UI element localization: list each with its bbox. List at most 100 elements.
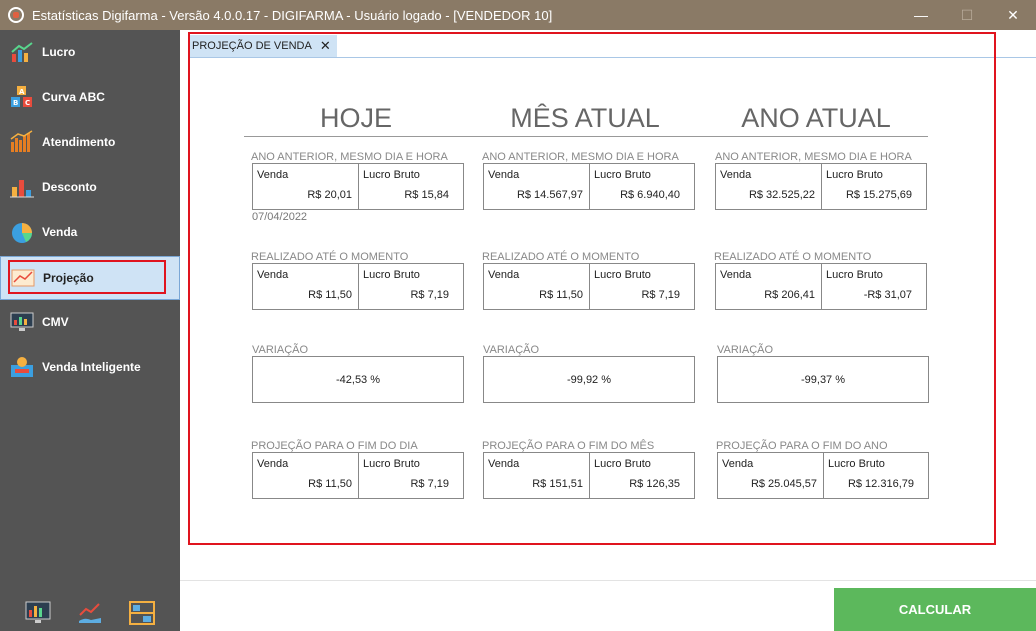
pie-chart-icon: [10, 220, 34, 244]
realized-box: Venda R$ 11,50 Lucro Bruto R$ 7,19: [252, 263, 464, 310]
lucro-value: R$ 7,19: [410, 478, 449, 490]
svg-text:B: B: [13, 99, 18, 107]
sidebar: Lucro ABC Curva ABC Atendimento Desconto…: [0, 30, 180, 631]
lucro-value: R$ 12.316,79: [847, 478, 914, 490]
close-icon[interactable]: ✕: [320, 38, 331, 54]
venda-value: R$ 32.525,22: [748, 189, 815, 201]
prev-year-box: Venda R$ 20,01 Lucro Bruto R$ 15,84: [252, 163, 464, 210]
tab-projecao-venda[interactable]: PROJEÇÃO DE VENDA ✕: [188, 35, 337, 57]
sidebar-item-label: Curva ABC: [42, 90, 105, 104]
column-title-mes-atual: MÊS ATUAL: [510, 103, 660, 133]
projection-label: PROJEÇÃO PARA O FIM DO MÊS: [482, 440, 655, 452]
minimize-button[interactable]: —: [898, 0, 944, 30]
venda-value: R$ 11,50: [539, 289, 583, 301]
abc-blocks-icon: ABC: [10, 85, 34, 109]
sidebar-item-lucro[interactable]: Lucro: [0, 30, 180, 74]
prev-year-label: ANO ANTERIOR, MESMO DIA E HORA: [715, 151, 912, 163]
realized-box: Venda R$ 11,50 Lucro Bruto R$ 7,19: [483, 263, 695, 310]
smart-sale-icon: [10, 355, 34, 379]
sidebar-item-label: Atendimento: [42, 135, 116, 149]
lucro-label: Lucro Bruto: [594, 269, 651, 281]
svg-text:A: A: [19, 88, 25, 96]
sidebar-item-venda-inteligente[interactable]: Venda Inteligente: [0, 345, 180, 389]
projection-box: Venda R$ 151,51 Lucro Bruto R$ 126,35: [483, 452, 695, 499]
prev-year-box: Venda R$ 14.567,97 Lucro Bruto R$ 6.940,40: [483, 163, 695, 210]
sidebar-item-desconto[interactable]: Desconto: [0, 165, 180, 209]
prev-year-box: Venda R$ 32.525,22 Lucro Bruto R$ 15.275,6…: [715, 163, 927, 210]
realized-box: Venda R$ 206,41 Lucro Bruto -R$ 31,07: [715, 263, 927, 310]
window-title: Estatísticas Digifarma - Versão 4.0.0.17…: [32, 7, 553, 23]
prev-year-label: ANO ANTERIOR, MESMO DIA E HORA: [251, 151, 448, 163]
venda-value: R$ 11,50: [308, 289, 352, 301]
lucro-label: Lucro Bruto: [826, 269, 883, 281]
realized-label: REALIZADO ATÉ O MOMENTO: [714, 251, 872, 263]
lucro-value: R$ 15.275,69: [845, 189, 912, 201]
variation-value: -99,92 %: [566, 374, 612, 386]
venda-value: R$ 25.045,57: [750, 478, 817, 490]
projection-label: PROJEÇÃO PARA O FIM DO DIA: [251, 440, 418, 452]
dashboard-monitor-icon[interactable]: [25, 601, 51, 625]
venda-value: R$ 14.567,97: [516, 189, 583, 201]
sidebar-item-cmv[interactable]: CMV: [0, 300, 180, 344]
lucro-label: Lucro Bruto: [594, 169, 651, 181]
title-bar: Estatísticas Digifarma - Versão 4.0.0.17…: [0, 0, 1036, 30]
realized-label: REALIZADO ATÉ O MOMENTO: [251, 251, 409, 263]
lucro-label: Lucro Bruto: [828, 458, 885, 470]
variation-label: VARIAÇÃO: [717, 344, 774, 356]
venda-label: Venda: [720, 169, 752, 181]
profit-chart-icon: [10, 40, 34, 64]
footer-divider: [180, 580, 1036, 581]
app-logo-icon: [8, 7, 24, 23]
venda-value: R$ 151,51: [532, 478, 583, 490]
title-divider: [244, 136, 928, 137]
lucro-label: Lucro Bruto: [363, 169, 420, 181]
lucro-value: R$ 15,84: [404, 189, 449, 201]
sidebar-item-atendimento[interactable]: Atendimento: [0, 120, 180, 164]
venda-label: Venda: [488, 169, 520, 181]
sidebar-item-venda[interactable]: Venda: [0, 210, 180, 254]
venda-label: Venda: [257, 169, 289, 181]
prev-year-label: ANO ANTERIOR, MESMO DIA E HORA: [482, 151, 679, 163]
variation-box: -42,53 %: [252, 356, 464, 403]
tab-label: PROJEÇÃO DE VENDA: [192, 40, 312, 52]
sidebar-bottom-toolbar: [0, 595, 180, 631]
variation-box: -99,92 %: [483, 356, 695, 403]
lucro-value: R$ 7,19: [410, 289, 449, 301]
venda-label: Venda: [257, 458, 289, 470]
tab-underline: [188, 57, 1036, 58]
venda-value: R$ 11,50: [308, 478, 352, 490]
lucro-label: Lucro Bruto: [363, 458, 420, 470]
variation-value: -99,37 %: [800, 374, 846, 386]
venda-label: Venda: [720, 269, 752, 281]
sidebar-item-curva-abc[interactable]: ABC Curva ABC: [0, 75, 180, 119]
sidebar-item-label: CMV: [42, 315, 69, 329]
lucro-value: R$ 126,35: [629, 478, 680, 490]
calcular-button[interactable]: CALCULAR: [834, 588, 1036, 631]
venda-label: Venda: [257, 269, 289, 281]
variation-value: -42,53 %: [335, 374, 381, 386]
variation-box: -99,37 %: [717, 356, 929, 403]
sidebar-item-label: Venda Inteligente: [42, 360, 141, 374]
maximize-button[interactable]: ☐: [944, 0, 990, 30]
bar-chart-icon: [10, 130, 34, 154]
variation-label: VARIAÇÃO: [483, 344, 540, 356]
venda-label: Venda: [722, 458, 754, 470]
active-item-highlight: [8, 260, 166, 294]
sidebar-item-label: Venda: [42, 225, 78, 239]
column-title-ano-atual: ANO ATUAL: [741, 103, 891, 133]
venda-label: Venda: [488, 458, 520, 470]
lucro-value: R$ 7,19: [641, 289, 680, 301]
lucro-label: Lucro Bruto: [363, 269, 420, 281]
growth-hand-icon[interactable]: [77, 601, 103, 625]
monitor-chart-icon: [10, 310, 34, 334]
warehouse-shelf-icon[interactable]: [129, 601, 155, 625]
variation-label: VARIAÇÃO: [252, 344, 309, 356]
projection-label: PROJEÇÃO PARA O FIM DO ANO: [716, 440, 888, 452]
lucro-label: Lucro Bruto: [594, 458, 651, 470]
close-window-button[interactable]: ✕: [990, 0, 1036, 30]
projection-box: Venda R$ 11,50 Lucro Bruto R$ 7,19: [252, 452, 464, 499]
lucro-value: R$ 6.940,40: [620, 189, 680, 201]
window-controls: — ☐ ✕: [898, 0, 1036, 30]
sidebar-item-label: Desconto: [42, 180, 97, 194]
discount-chart-icon: [10, 175, 34, 199]
